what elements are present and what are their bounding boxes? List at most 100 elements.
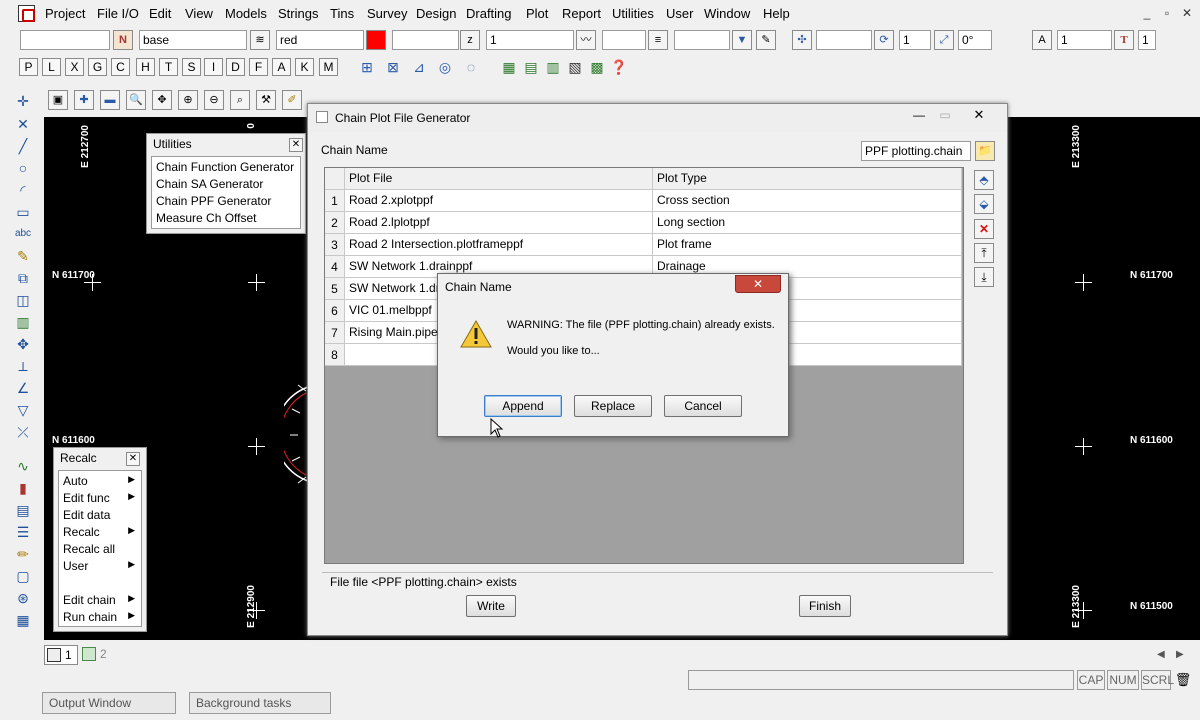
snap-line-icon[interactable]: ⊿ — [410, 58, 428, 76]
letter-a-button[interactable]: A — [272, 58, 291, 76]
pan-icon[interactable]: ✥ — [152, 90, 172, 110]
snap-intersect-icon[interactable]: ⊠ — [384, 58, 402, 76]
menu-window[interactable]: Window — [704, 6, 750, 21]
symbol-field[interactable] — [674, 30, 730, 50]
utilities-item-chain-function-generator[interactable]: Chain Function Generator — [156, 160, 294, 174]
move-down-icon[interactable]: ⬙ — [974, 194, 994, 214]
zoom-window-icon[interactable]: 🔍 — [126, 90, 146, 110]
zoom-out-icon[interactable]: ⊖ — [204, 90, 224, 110]
scale-tool-icon[interactable]: ▦ — [13, 610, 33, 630]
menu-drafting[interactable]: Drafting — [466, 6, 512, 21]
last-field[interactable]: 1 — [1138, 30, 1156, 50]
table-row[interactable]: 1 Road 2.xplotppf Cross section — [325, 190, 962, 212]
menu-strings[interactable]: Strings — [278, 6, 318, 21]
trash-icon[interactable]: 🗑 — [1174, 670, 1192, 690]
measure-tool-icon[interactable]: ⟂ — [13, 356, 33, 376]
insert-tool-icon[interactable]: ▮ — [13, 478, 33, 498]
text-t-icon[interactable]: T — [1114, 30, 1134, 50]
point-tool-icon[interactable]: ✛ — [13, 91, 33, 111]
letter-f-button[interactable]: F — [249, 58, 268, 76]
plot-file-cell[interactable]: Road 2.lplotppf — [345, 212, 653, 234]
letter-k-button[interactable]: K — [295, 58, 314, 76]
letter-s-button[interactable]: S — [182, 58, 201, 76]
zoom-in-icon[interactable]: ⊕ — [178, 90, 198, 110]
column-header-plot-type[interactable]: Plot Type — [653, 168, 962, 190]
snap-arc-icon[interactable]: ◌ — [462, 58, 480, 76]
angle-icon[interactable]: ⤢ — [934, 30, 954, 50]
plot-icon[interactable]: ▦ — [500, 58, 518, 76]
pencil-tool-icon[interactable]: ✏ — [13, 544, 33, 564]
name-field[interactable] — [20, 30, 110, 50]
draw-tool-icon[interactable]: ✎ — [13, 246, 33, 266]
pick-icon[interactable]: ✐ — [282, 90, 302, 110]
folder-icon[interactable]: 📁 — [975, 141, 995, 161]
menu-survey[interactable]: Survey — [367, 6, 407, 21]
text-style-icon[interactable]: A — [1032, 30, 1052, 50]
menu-help[interactable]: Help — [763, 6, 790, 21]
style-field[interactable] — [392, 30, 459, 50]
model-field[interactable]: base — [139, 30, 247, 50]
arc-tool-icon[interactable]: ◜ — [13, 180, 33, 200]
tools-icon[interactable]: ⚒ — [256, 90, 276, 110]
dialog-close-icon[interactable]: ✕ — [968, 107, 990, 123]
plot-layers-icon[interactable]: ▤ — [522, 58, 540, 76]
curve-tool-icon[interactable]: ∿ — [13, 456, 33, 476]
plot-type-cell[interactable]: Plot frame — [653, 234, 962, 256]
zoom-extents-icon[interactable]: ⌕ — [230, 90, 250, 110]
write-button[interactable]: Write — [466, 595, 516, 617]
text-tool-icon[interactable]: abc — [13, 224, 33, 244]
dialog-maximize-icon[interactable]: ▭ — [934, 108, 956, 124]
zoom-in-plus-icon[interactable]: ✚ — [74, 90, 94, 110]
cross-tool-icon[interactable]: ✕ — [13, 114, 33, 134]
chain-name-input[interactable]: PPF plotting.chain — [861, 141, 971, 161]
table-row[interactable]: 2 Road 2.lplotppf Long section — [325, 212, 962, 234]
background-tasks-tab[interactable]: Background tasks — [189, 692, 331, 714]
letter-l-button[interactable]: L — [42, 58, 61, 76]
lineweight-icon[interactable]: ≡ — [648, 30, 668, 50]
count-icon[interactable]: ⟳ — [874, 30, 894, 50]
plot-stack-icon[interactable]: ▧ — [566, 58, 584, 76]
letter-g-button[interactable]: G — [88, 58, 107, 76]
output-window-tab[interactable]: Output Window — [42, 692, 176, 714]
help-icon[interactable]: ❓ — [610, 58, 628, 76]
utilities-close-icon[interactable]: ✕ — [289, 138, 303, 152]
menu-plot[interactable]: Plot — [526, 6, 548, 21]
insert-below-icon[interactable]: ⤓ — [974, 267, 994, 287]
snap-field[interactable] — [816, 30, 872, 50]
menu-project[interactable]: Project — [45, 6, 85, 21]
recalc-item-recalc-all[interactable]: Recalc all — [63, 542, 139, 556]
recalc-close-icon[interactable]: ✕ — [126, 452, 140, 466]
model-layers-icon[interactable]: ≋ — [250, 30, 270, 50]
scroll-right-icon[interactable]: ▶ — [1176, 649, 1184, 660]
plot-type-cell[interactable]: Long section — [653, 212, 962, 234]
colour-swatch-icon[interactable] — [366, 30, 386, 50]
cancel-button[interactable]: Cancel — [664, 395, 742, 417]
linestyle-field[interactable] — [602, 30, 646, 50]
letter-p-button[interactable]: P — [19, 58, 38, 76]
scroll-left-icon[interactable]: ◀ — [1157, 649, 1165, 660]
region-tool-icon[interactable]: ▥ — [13, 312, 33, 332]
plot-grid-icon[interactable]: ▥ — [544, 58, 562, 76]
colour-field[interactable]: red — [276, 30, 364, 50]
view-tab-2[interactable]: 2 — [80, 645, 114, 665]
move-up-icon[interactable]: ⬘ — [974, 170, 994, 190]
weight-field[interactable]: 1 — [486, 30, 574, 50]
menu-edit[interactable]: Edit — [149, 6, 171, 21]
symbol-dropdown-icon[interactable]: ▼ — [732, 30, 752, 50]
close-icon[interactable]: ✕ — [1180, 6, 1194, 20]
line-tool-icon[interactable]: ╱ — [13, 136, 33, 156]
plot-type-cell[interactable]: Cross section — [653, 190, 962, 212]
edit-tool-icon[interactable]: ⧉ — [13, 268, 33, 288]
letter-d-button[interactable]: D — [226, 58, 245, 76]
move-tool-icon[interactable]: ✥ — [13, 334, 33, 354]
utilities-item-chain-ppf-generator[interactable]: Chain PPF Generator — [156, 194, 271, 208]
filter-tool-icon[interactable]: ▽ — [13, 400, 33, 420]
table-row[interactable]: 3 Road 2 Intersection.plotframeppf Plot … — [325, 234, 962, 256]
replace-button[interactable]: Replace — [574, 395, 652, 417]
menu-user[interactable]: User — [666, 6, 693, 21]
plot-export-icon[interactable]: ▩ — [588, 58, 606, 76]
survey-tool-icon[interactable]: ⊛ — [13, 588, 33, 608]
plot-file-cell[interactable]: Road 2 Intersection.plotframeppf — [345, 234, 653, 256]
delete-row-icon[interactable]: ✕ — [974, 219, 994, 239]
letter-i-button[interactable]: I — [204, 58, 223, 76]
